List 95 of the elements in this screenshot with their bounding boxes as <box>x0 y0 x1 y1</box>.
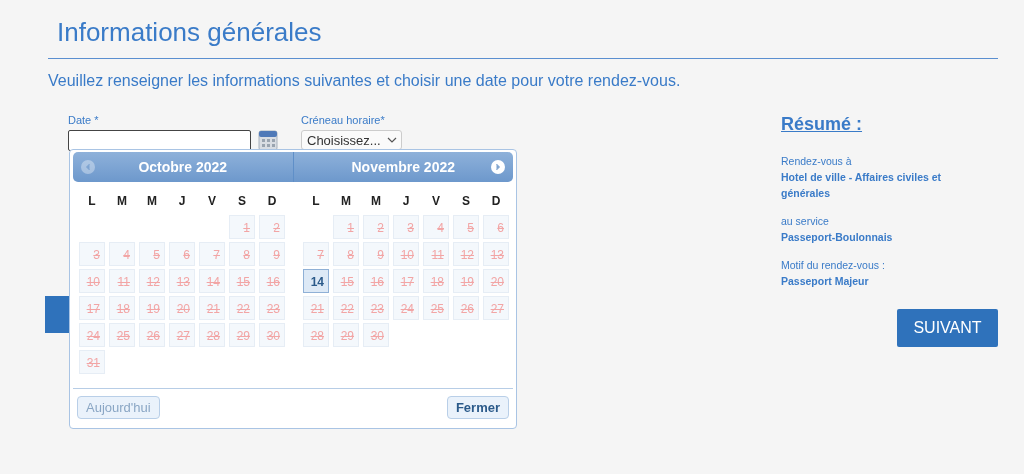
calendar-day: 18 <box>423 269 449 293</box>
weekday-label: M <box>116 194 128 208</box>
summary-label: au service <box>781 214 829 229</box>
calendar-day: 6 <box>483 215 509 239</box>
date-label: Date * <box>68 114 99 126</box>
time-slot-dropdown[interactable]: Choisissez... <box>301 130 402 150</box>
calendar-day: 5 <box>139 242 165 266</box>
time-slot-label: Créneau horaire* <box>301 114 385 126</box>
calendar-day: 15 <box>229 269 255 293</box>
weekday-label: S <box>461 194 471 208</box>
calendar-day: 2 <box>259 215 285 239</box>
calendar-day: 23 <box>259 296 285 320</box>
page-title: Informations générales <box>56 16 322 49</box>
calendar-day: 29 <box>333 323 359 347</box>
weekday-label: M <box>146 194 158 208</box>
date-field[interactable] <box>68 129 251 151</box>
calendar-day: 24 <box>393 296 419 320</box>
chevron-down-icon <box>386 137 397 143</box>
next-month-icon[interactable] <box>491 160 505 174</box>
calendar-day: 23 <box>363 296 389 320</box>
calendar-day: 29 <box>229 323 255 347</box>
calendar-day: 6 <box>169 242 195 266</box>
calendar-day: 16 <box>259 269 285 293</box>
summary-title: Résumé : <box>781 114 863 135</box>
calendar-day: 13 <box>483 242 509 266</box>
month-title: Novembre 2022 <box>351 159 455 175</box>
calendar-day: 12 <box>453 242 479 266</box>
weekday-label: D <box>266 194 278 208</box>
calendar-day: 17 <box>393 269 419 293</box>
calendar-day: 31 <box>79 350 105 374</box>
calendar-day: 13 <box>169 269 195 293</box>
calendar-day: 8 <box>229 242 255 266</box>
calendar-day: 20 <box>483 269 509 293</box>
calendar-day: 3 <box>393 215 419 239</box>
weekday-label: S <box>237 194 247 208</box>
summary-label: Motif du rendez-vous : <box>781 258 885 273</box>
calendar-day: 10 <box>393 242 419 266</box>
calendar-day: 1 <box>229 215 255 239</box>
calendar-day: 26 <box>453 296 479 320</box>
calendar-day: 16 <box>363 269 389 293</box>
calendar-day: 15 <box>333 269 359 293</box>
calendar-day: 21 <box>303 296 329 320</box>
close-button[interactable]: Fermer <box>446 396 509 419</box>
calendar-day: 11 <box>423 242 449 266</box>
calendar-day: 7 <box>199 242 225 266</box>
calendar-icon[interactable] <box>258 129 278 151</box>
calendar-day: 25 <box>109 323 135 347</box>
calendar-day: 12 <box>139 269 165 293</box>
calendar-day: 10 <box>79 269 105 293</box>
calendar-day: 8 <box>333 242 359 266</box>
calendar-day: 19 <box>139 296 165 320</box>
calendar-day: 26 <box>139 323 165 347</box>
summary-value: Hotel de ville - Affaires civiles et générales <box>781 170 943 201</box>
weekday-label: M <box>370 194 382 208</box>
calendar-day: 30 <box>363 323 389 347</box>
next-button[interactable]: SUIVANT <box>897 309 998 347</box>
weekday-label: V <box>207 194 217 208</box>
summary-value: Passeport Majeur <box>781 274 870 289</box>
calendar-day: 2 <box>363 215 389 239</box>
calendar-day: 11 <box>109 269 135 293</box>
calendar-day: 4 <box>423 215 449 239</box>
calendar-day: 25 <box>423 296 449 320</box>
weekday-label: M <box>340 194 352 208</box>
calendar-day[interactable]: 14 <box>303 269 329 293</box>
weekday-label: D <box>490 194 502 208</box>
calendar-day: 22 <box>333 296 359 320</box>
weekday-label: L <box>311 194 321 208</box>
summary-label: Rendez-vous à <box>781 154 852 169</box>
calendar-day: 5 <box>453 215 479 239</box>
weekday-label: J <box>401 194 411 208</box>
calendar-day: 30 <box>259 323 285 347</box>
calendar-day: 28 <box>303 323 329 347</box>
weekday-label: J <box>177 194 187 208</box>
calendar-day: 27 <box>483 296 509 320</box>
calendar-day: 24 <box>79 323 105 347</box>
intro-text: Veuillez renseigner les informations suivantes et choisir une date pour votre rendez-vous. <box>48 72 681 90</box>
weekday-label: V <box>431 194 441 208</box>
calendar-day: 18 <box>109 296 135 320</box>
calendar-day: 7 <box>303 242 329 266</box>
calendar-day: 4 <box>109 242 135 266</box>
calendar-day: 19 <box>453 269 479 293</box>
calendar-day: 3 <box>79 242 105 266</box>
calendar-day: 21 <box>199 296 225 320</box>
summary-value: Passeport-Boulonnais <box>781 230 894 245</box>
calendar-day: 9 <box>259 242 285 266</box>
calendar-day: 27 <box>169 323 195 347</box>
calendar-day: 9 <box>363 242 389 266</box>
calendar-day: 1 <box>333 215 359 239</box>
calendar-day: 20 <box>169 296 195 320</box>
calendar-day: 14 <box>199 269 225 293</box>
calendar-day: 17 <box>79 296 105 320</box>
weekday-label: L <box>87 194 97 208</box>
month-title: Octobre 2022 <box>138 159 228 175</box>
calendar-day: 22 <box>229 296 255 320</box>
calendar-day: 28 <box>199 323 225 347</box>
